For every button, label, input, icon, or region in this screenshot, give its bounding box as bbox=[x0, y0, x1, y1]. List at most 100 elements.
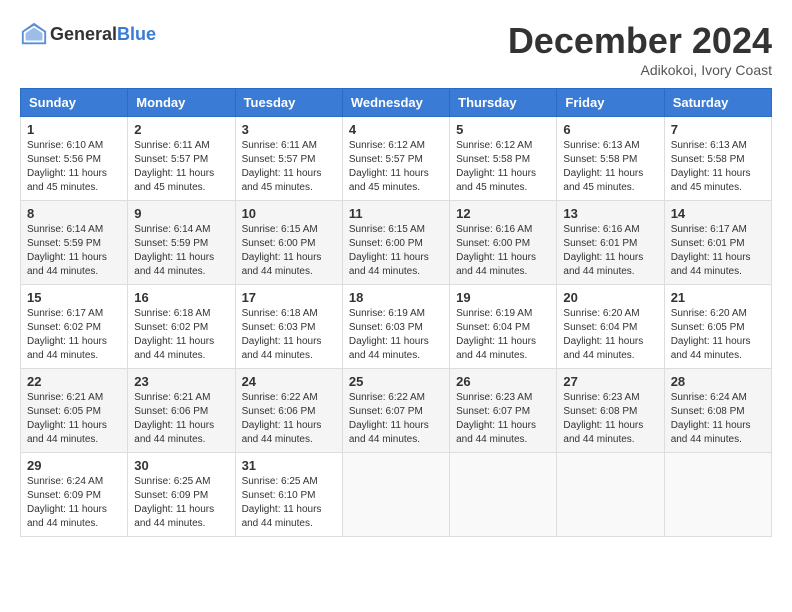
day-number: 23 bbox=[134, 374, 228, 389]
logo-wordmark: GeneralBlue bbox=[50, 24, 156, 45]
day-info: Sunrise: 6:13 AM Sunset: 5:58 PM Dayligh… bbox=[563, 139, 657, 195]
calendar-header-monday: Monday bbox=[128, 89, 235, 117]
day-number: 9 bbox=[134, 206, 228, 221]
calendar-header-wednesday: Wednesday bbox=[342, 89, 449, 117]
calendar-cell: 16 Sunrise: 6:18 AM Sunset: 6:02 PM Dayl… bbox=[128, 285, 235, 369]
calendar-week-row: 22 Sunrise: 6:21 AM Sunset: 6:05 PM Dayl… bbox=[21, 369, 772, 453]
day-number: 13 bbox=[563, 206, 657, 221]
logo-blue: Blue bbox=[117, 24, 156, 44]
day-number: 24 bbox=[242, 374, 336, 389]
calendar-cell bbox=[557, 453, 664, 537]
day-info: Sunrise: 6:25 AM Sunset: 6:09 PM Dayligh… bbox=[134, 475, 228, 531]
day-number: 11 bbox=[349, 206, 443, 221]
calendar-cell: 5 Sunrise: 6:12 AM Sunset: 5:58 PM Dayli… bbox=[450, 117, 557, 201]
day-number: 10 bbox=[242, 206, 336, 221]
calendar-cell: 7 Sunrise: 6:13 AM Sunset: 5:58 PM Dayli… bbox=[664, 117, 771, 201]
day-info: Sunrise: 6:11 AM Sunset: 5:57 PM Dayligh… bbox=[242, 139, 336, 195]
calendar-cell: 3 Sunrise: 6:11 AM Sunset: 5:57 PM Dayli… bbox=[235, 117, 342, 201]
day-number: 31 bbox=[242, 458, 336, 473]
day-number: 7 bbox=[671, 122, 765, 137]
day-info: Sunrise: 6:22 AM Sunset: 6:06 PM Dayligh… bbox=[242, 391, 336, 447]
day-info: Sunrise: 6:17 AM Sunset: 6:01 PM Dayligh… bbox=[671, 223, 765, 279]
calendar-cell: 11 Sunrise: 6:15 AM Sunset: 6:00 PM Dayl… bbox=[342, 201, 449, 285]
calendar-header-friday: Friday bbox=[557, 89, 664, 117]
calendar-cell: 9 Sunrise: 6:14 AM Sunset: 5:59 PM Dayli… bbox=[128, 201, 235, 285]
day-info: Sunrise: 6:20 AM Sunset: 6:04 PM Dayligh… bbox=[563, 307, 657, 363]
calendar-cell: 13 Sunrise: 6:16 AM Sunset: 6:01 PM Dayl… bbox=[557, 201, 664, 285]
day-info: Sunrise: 6:22 AM Sunset: 6:07 PM Dayligh… bbox=[349, 391, 443, 447]
day-number: 25 bbox=[349, 374, 443, 389]
day-number: 21 bbox=[671, 290, 765, 305]
calendar-cell: 6 Sunrise: 6:13 AM Sunset: 5:58 PM Dayli… bbox=[557, 117, 664, 201]
day-info: Sunrise: 6:15 AM Sunset: 6:00 PM Dayligh… bbox=[242, 223, 336, 279]
calendar-cell: 28 Sunrise: 6:24 AM Sunset: 6:08 PM Dayl… bbox=[664, 369, 771, 453]
day-number: 20 bbox=[563, 290, 657, 305]
calendar-cell bbox=[342, 453, 449, 537]
calendar-header-sunday: Sunday bbox=[21, 89, 128, 117]
day-number: 3 bbox=[242, 122, 336, 137]
day-number: 17 bbox=[242, 290, 336, 305]
day-number: 22 bbox=[27, 374, 121, 389]
day-number: 6 bbox=[563, 122, 657, 137]
calendar-week-row: 8 Sunrise: 6:14 AM Sunset: 5:59 PM Dayli… bbox=[21, 201, 772, 285]
calendar-header-thursday: Thursday bbox=[450, 89, 557, 117]
calendar-cell: 19 Sunrise: 6:19 AM Sunset: 6:04 PM Dayl… bbox=[450, 285, 557, 369]
day-info: Sunrise: 6:11 AM Sunset: 5:57 PM Dayligh… bbox=[134, 139, 228, 195]
calendar-cell: 26 Sunrise: 6:23 AM Sunset: 6:07 PM Dayl… bbox=[450, 369, 557, 453]
day-info: Sunrise: 6:25 AM Sunset: 6:10 PM Dayligh… bbox=[242, 475, 336, 531]
day-info: Sunrise: 6:19 AM Sunset: 6:03 PM Dayligh… bbox=[349, 307, 443, 363]
calendar-cell: 4 Sunrise: 6:12 AM Sunset: 5:57 PM Dayli… bbox=[342, 117, 449, 201]
day-number: 28 bbox=[671, 374, 765, 389]
calendar-header-saturday: Saturday bbox=[664, 89, 771, 117]
day-info: Sunrise: 6:23 AM Sunset: 6:07 PM Dayligh… bbox=[456, 391, 550, 447]
logo-icon bbox=[20, 20, 48, 48]
day-number: 1 bbox=[27, 122, 121, 137]
day-number: 29 bbox=[27, 458, 121, 473]
day-info: Sunrise: 6:18 AM Sunset: 6:03 PM Dayligh… bbox=[242, 307, 336, 363]
calendar-cell: 31 Sunrise: 6:25 AM Sunset: 6:10 PM Dayl… bbox=[235, 453, 342, 537]
calendar-cell: 14 Sunrise: 6:17 AM Sunset: 6:01 PM Dayl… bbox=[664, 201, 771, 285]
calendar-cell: 1 Sunrise: 6:10 AM Sunset: 5:56 PM Dayli… bbox=[21, 117, 128, 201]
calendar-cell: 2 Sunrise: 6:11 AM Sunset: 5:57 PM Dayli… bbox=[128, 117, 235, 201]
calendar-cell: 27 Sunrise: 6:23 AM Sunset: 6:08 PM Dayl… bbox=[557, 369, 664, 453]
calendar-header-tuesday: Tuesday bbox=[235, 89, 342, 117]
day-info: Sunrise: 6:18 AM Sunset: 6:02 PM Dayligh… bbox=[134, 307, 228, 363]
day-info: Sunrise: 6:13 AM Sunset: 5:58 PM Dayligh… bbox=[671, 139, 765, 195]
day-number: 19 bbox=[456, 290, 550, 305]
day-number: 16 bbox=[134, 290, 228, 305]
logo: GeneralBlue bbox=[20, 20, 156, 48]
location-subtitle: Adikokoi, Ivory Coast bbox=[508, 62, 772, 78]
day-info: Sunrise: 6:17 AM Sunset: 6:02 PM Dayligh… bbox=[27, 307, 121, 363]
calendar-cell: 23 Sunrise: 6:21 AM Sunset: 6:06 PM Dayl… bbox=[128, 369, 235, 453]
day-number: 14 bbox=[671, 206, 765, 221]
calendar-cell: 8 Sunrise: 6:14 AM Sunset: 5:59 PM Dayli… bbox=[21, 201, 128, 285]
calendar-cell: 12 Sunrise: 6:16 AM Sunset: 6:00 PM Dayl… bbox=[450, 201, 557, 285]
calendar-cell: 20 Sunrise: 6:20 AM Sunset: 6:04 PM Dayl… bbox=[557, 285, 664, 369]
day-number: 18 bbox=[349, 290, 443, 305]
day-info: Sunrise: 6:19 AM Sunset: 6:04 PM Dayligh… bbox=[456, 307, 550, 363]
calendar-cell: 15 Sunrise: 6:17 AM Sunset: 6:02 PM Dayl… bbox=[21, 285, 128, 369]
calendar-cell: 17 Sunrise: 6:18 AM Sunset: 6:03 PM Dayl… bbox=[235, 285, 342, 369]
day-number: 8 bbox=[27, 206, 121, 221]
day-number: 27 bbox=[563, 374, 657, 389]
day-info: Sunrise: 6:12 AM Sunset: 5:57 PM Dayligh… bbox=[349, 139, 443, 195]
calendar-cell bbox=[664, 453, 771, 537]
day-info: Sunrise: 6:15 AM Sunset: 6:00 PM Dayligh… bbox=[349, 223, 443, 279]
logo-general: General bbox=[50, 24, 117, 44]
calendar-cell: 24 Sunrise: 6:22 AM Sunset: 6:06 PM Dayl… bbox=[235, 369, 342, 453]
day-info: Sunrise: 6:16 AM Sunset: 6:00 PM Dayligh… bbox=[456, 223, 550, 279]
day-info: Sunrise: 6:24 AM Sunset: 6:08 PM Dayligh… bbox=[671, 391, 765, 447]
title-block: December 2024 Adikokoi, Ivory Coast bbox=[508, 20, 772, 78]
day-info: Sunrise: 6:10 AM Sunset: 5:56 PM Dayligh… bbox=[27, 139, 121, 195]
day-info: Sunrise: 6:14 AM Sunset: 5:59 PM Dayligh… bbox=[27, 223, 121, 279]
month-title: December 2024 bbox=[508, 20, 772, 62]
calendar-table: SundayMondayTuesdayWednesdayThursdayFrid… bbox=[20, 88, 772, 537]
calendar-week-row: 15 Sunrise: 6:17 AM Sunset: 6:02 PM Dayl… bbox=[21, 285, 772, 369]
day-info: Sunrise: 6:21 AM Sunset: 6:05 PM Dayligh… bbox=[27, 391, 121, 447]
calendar-cell: 10 Sunrise: 6:15 AM Sunset: 6:00 PM Dayl… bbox=[235, 201, 342, 285]
calendar-cell: 22 Sunrise: 6:21 AM Sunset: 6:05 PM Dayl… bbox=[21, 369, 128, 453]
calendar-week-row: 29 Sunrise: 6:24 AM Sunset: 6:09 PM Dayl… bbox=[21, 453, 772, 537]
page-header: GeneralBlue December 2024 Adikokoi, Ivor… bbox=[20, 20, 772, 78]
day-info: Sunrise: 6:21 AM Sunset: 6:06 PM Dayligh… bbox=[134, 391, 228, 447]
day-info: Sunrise: 6:24 AM Sunset: 6:09 PM Dayligh… bbox=[27, 475, 121, 531]
